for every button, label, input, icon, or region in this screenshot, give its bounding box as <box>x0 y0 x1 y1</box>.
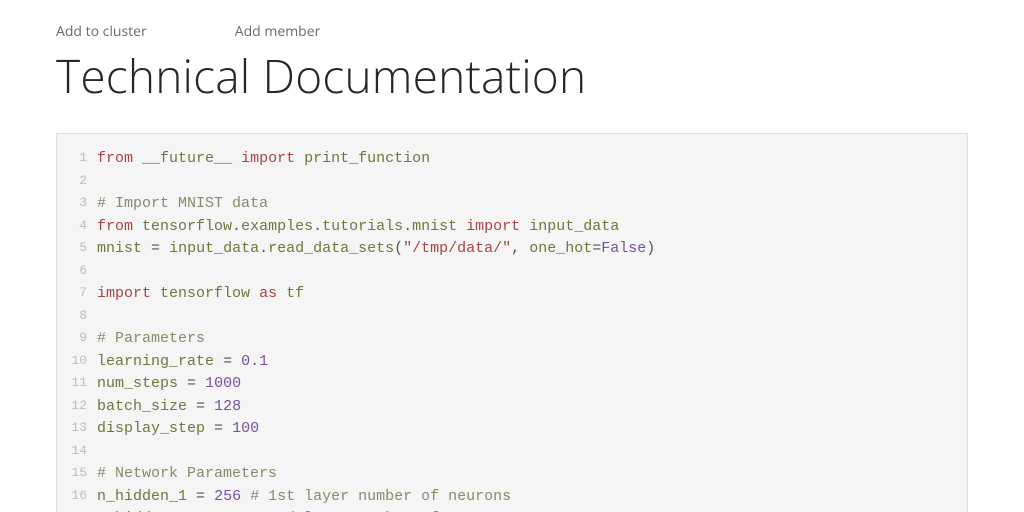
code-line: 16n_hidden_1 = 256 # 1st layer number of… <box>57 486 967 509</box>
line-number: 3 <box>57 193 97 216</box>
code-content: from tensorflow.examples.tutorials.mnist… <box>97 216 619 239</box>
code-line: 11num_steps = 1000 <box>57 373 967 396</box>
code-content: from __future__ import print_function <box>97 148 430 171</box>
code-line: 15# Network Parameters <box>57 463 967 486</box>
line-number: 14 <box>57 441 97 464</box>
code-content <box>97 441 106 464</box>
code-content: mnist = input_data.read_data_sets("/tmp/… <box>97 238 655 261</box>
add-member-link[interactable]: Add member <box>235 22 321 41</box>
code-line: 9# Parameters <box>57 328 967 351</box>
code-content: n_hidden_1 = 256 # 1st layer number of n… <box>97 486 511 509</box>
code-block: 1from __future__ import print_function2 … <box>56 133 968 512</box>
code-line: 10learning_rate = 0.1 <box>57 351 967 374</box>
code-content: # Parameters <box>97 328 205 351</box>
code-content: # Import MNIST data <box>97 193 268 216</box>
code-content: import tensorflow as tf <box>97 283 304 306</box>
code-line: 14 <box>57 441 967 464</box>
code-line: 4from tensorflow.examples.tutorials.mnis… <box>57 216 967 239</box>
line-number: 11 <box>57 373 97 396</box>
code-line: 13display_step = 100 <box>57 418 967 441</box>
code-line: 6 <box>57 261 967 284</box>
code-line: 12batch_size = 128 <box>57 396 967 419</box>
line-number: 7 <box>57 283 97 306</box>
add-to-cluster-link[interactable]: Add to cluster <box>56 22 147 41</box>
code-content: learning_rate = 0.1 <box>97 351 268 374</box>
line-number: 5 <box>57 238 97 261</box>
code-line: 3# Import MNIST data <box>57 193 967 216</box>
code-content <box>97 261 106 284</box>
line-number: 4 <box>57 216 97 239</box>
code-content <box>97 306 106 329</box>
line-number: 15 <box>57 463 97 486</box>
toolbar: Add to cluster Add member <box>56 22 968 41</box>
code-line: 7import tensorflow as tf <box>57 283 967 306</box>
code-line: 17n_hidden_2 = 256 # 2nd layer number of… <box>57 508 967 512</box>
code-content: batch_size = 128 <box>97 396 241 419</box>
code-content <box>97 171 106 194</box>
page: Add to cluster Add member Technical Docu… <box>0 0 1024 512</box>
code-line: 5mnist = input_data.read_data_sets("/tmp… <box>57 238 967 261</box>
line-number: 12 <box>57 396 97 419</box>
code-content: n_hidden_2 = 256 # 2nd layer number of n… <box>97 508 511 512</box>
line-number: 1 <box>57 148 97 171</box>
line-number: 2 <box>57 171 97 194</box>
code-content: num_steps = 1000 <box>97 373 241 396</box>
line-number: 17 <box>57 508 97 512</box>
line-number: 9 <box>57 328 97 351</box>
line-number: 8 <box>57 306 97 329</box>
page-title: Technical Documentation <box>56 45 968 107</box>
line-number: 10 <box>57 351 97 374</box>
code-line: 8 <box>57 306 967 329</box>
line-number: 13 <box>57 418 97 441</box>
code-content: display_step = 100 <box>97 418 259 441</box>
code-line: 2 <box>57 171 967 194</box>
code-content: # Network Parameters <box>97 463 277 486</box>
line-number: 16 <box>57 486 97 509</box>
line-number: 6 <box>57 261 97 284</box>
code-line: 1from __future__ import print_function <box>57 148 967 171</box>
